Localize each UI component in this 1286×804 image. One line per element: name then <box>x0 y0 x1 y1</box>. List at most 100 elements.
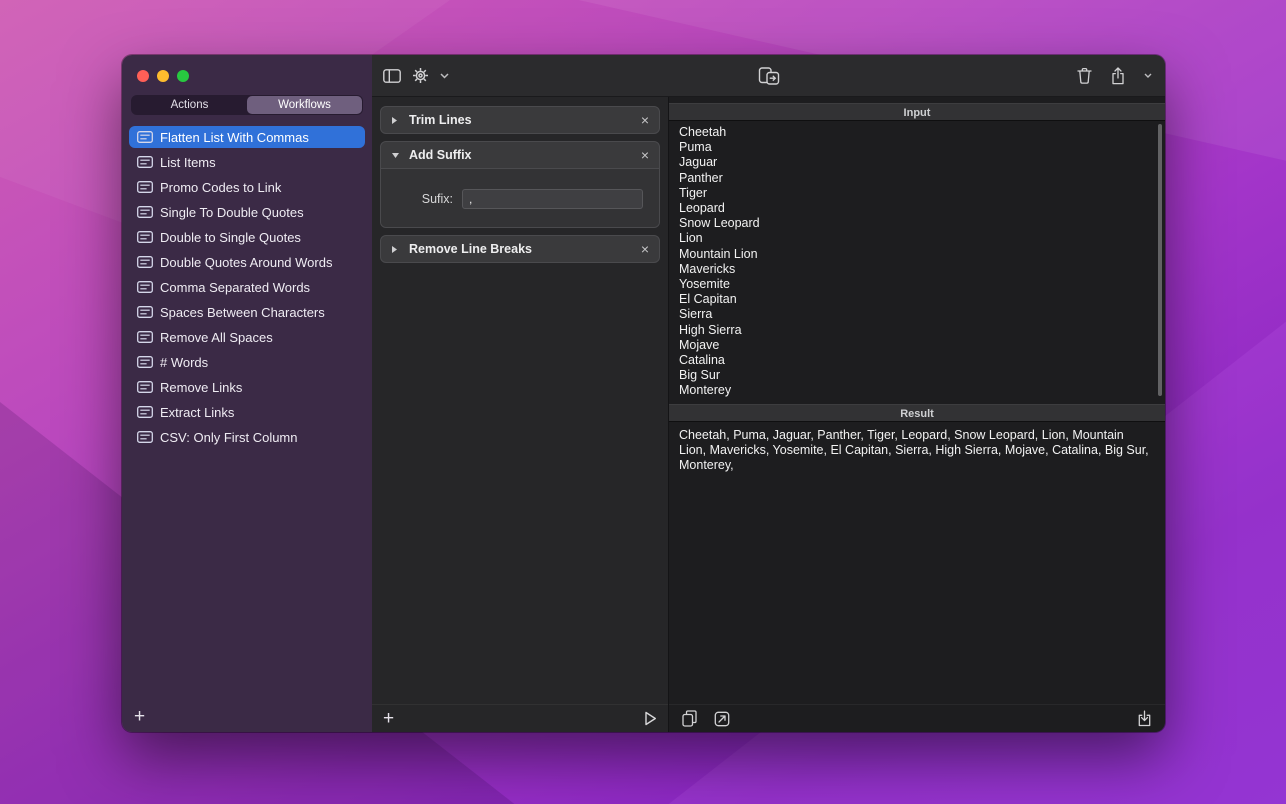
input-line: Catalina <box>679 353 1149 368</box>
workflow-card-icon <box>137 131 153 143</box>
workflow-item-label: Promo Codes to Link <box>160 180 281 195</box>
workflow-card-icon <box>137 431 153 443</box>
add-workflow-button[interactable]: + <box>134 707 145 726</box>
input-scrollbar[interactable] <box>1158 124 1162 396</box>
workflow-card-icon <box>137 256 153 268</box>
step-card-add-suffix[interactable]: Add Suffix × Sufix: <box>380 141 660 228</box>
workflow-item-label: Flatten List With Commas <box>160 130 309 145</box>
gear-menu-chevron-icon[interactable] <box>440 73 449 79</box>
input-line: Panther <box>679 171 1149 186</box>
result-header: Result <box>669 404 1165 422</box>
share-menu-chevron-icon[interactable] <box>1144 73 1152 78</box>
remove-step-icon[interactable]: × <box>641 148 649 162</box>
step-header: Remove Line Breaks × <box>381 236 659 262</box>
workflow-card-icon <box>137 331 153 343</box>
toggle-sidebar-button[interactable] <box>383 69 401 83</box>
workflow-item-label: Extract Links <box>160 405 234 420</box>
workflow-item-label: Double to Single Quotes <box>160 230 301 245</box>
gear-icon[interactable] <box>412 67 429 84</box>
sidebar-bottom-bar: + <box>122 700 372 732</box>
io-bottom-bar <box>669 704 1165 732</box>
workflow-list-item[interactable]: Remove Links <box>129 376 365 398</box>
steps-bottom-bar: + <box>372 704 668 732</box>
input-lines: Cheetah Puma Jaguar Panther Tiger Leopar… <box>679 125 1149 399</box>
toolbar-left <box>372 67 449 84</box>
disclosure-expanded-icon[interactable] <box>391 152 400 159</box>
trash-icon[interactable] <box>1077 67 1092 84</box>
disclosure-collapsed-icon[interactable] <box>391 116 400 125</box>
input-line: El Capitan <box>679 292 1149 307</box>
step-title: Add Suffix <box>409 148 632 162</box>
step-card-trim-lines[interactable]: Trim Lines × <box>380 106 660 134</box>
minimize-window-button[interactable] <box>157 70 169 82</box>
paste-and-run-icon[interactable] <box>758 66 779 85</box>
workflow-item-label: CSV: Only First Column <box>160 430 298 445</box>
workflow-list-item[interactable]: Extract Links <box>129 401 365 423</box>
step-header: Add Suffix × <box>381 142 659 168</box>
remove-step-icon[interactable]: × <box>641 242 649 256</box>
workflow-card-icon <box>137 156 153 168</box>
input-line: Mavericks <box>679 262 1149 277</box>
step-body: Sufix: <box>381 168 659 227</box>
workflow-list-item[interactable]: CSV: Only First Column <box>129 426 365 448</box>
remove-step-icon[interactable]: × <box>641 113 649 127</box>
input-line: Tiger <box>679 186 1149 201</box>
result-text: Cheetah, Puma, Jaguar, Panther, Tiger, L… <box>679 428 1149 472</box>
add-step-button[interactable]: + <box>383 709 394 728</box>
traffic-lights <box>122 55 372 82</box>
workflow-item-label: Single To Double Quotes <box>160 205 304 220</box>
workflow-card-icon <box>137 356 153 368</box>
step-card-remove-line-breaks[interactable]: Remove Line Breaks × <box>380 235 660 263</box>
disclosure-collapsed-icon[interactable] <box>391 245 400 254</box>
input-line: Cheetah <box>679 125 1149 140</box>
workflow-item-label: Comma Separated Words <box>160 280 310 295</box>
input-line: Lion <box>679 231 1149 246</box>
input-line: Leopard <box>679 201 1149 216</box>
workflow-list-item[interactable]: Promo Codes to Link <box>129 176 365 198</box>
input-line: Snow Leopard <box>679 216 1149 231</box>
suffix-field-label: Sufix: <box>422 192 453 206</box>
input-area[interactable]: Cheetah Puma Jaguar Panther Tiger Leopar… <box>669 121 1165 404</box>
sidebar-tabs: Actions Workflows <box>131 95 363 115</box>
input-line: Mojave <box>679 338 1149 353</box>
use-result-as-input-icon[interactable] <box>714 711 730 727</box>
share-icon[interactable] <box>1111 67 1125 85</box>
app-window: Actions Workflows Flatten List With Comm… <box>122 55 1165 732</box>
copy-result-icon[interactable] <box>682 710 697 727</box>
workflow-card-icon <box>137 381 153 393</box>
input-header: Input <box>669 103 1165 121</box>
zoom-window-button[interactable] <box>177 70 189 82</box>
workflow-item-label: List Items <box>160 155 216 170</box>
workflow-list-item[interactable]: Double to Single Quotes <box>129 226 365 248</box>
workflow-list-item[interactable]: Flatten List With Commas <box>129 126 365 148</box>
toolbar-right <box>1077 67 1165 85</box>
workflow-item-label: Remove All Spaces <box>160 330 273 345</box>
workflow-card-icon <box>137 406 153 418</box>
sidebar-tab[interactable]: Workflows <box>247 96 362 114</box>
workflow-item-label: Remove Links <box>160 380 242 395</box>
workflow-list-item[interactable]: Comma Separated Words <box>129 276 365 298</box>
input-line: Mountain Lion <box>679 247 1149 262</box>
workflow-item-label: Double Quotes Around Words <box>160 255 332 270</box>
workflow-list-item[interactable]: List Items <box>129 151 365 173</box>
workflow-item-label: # Words <box>160 355 208 370</box>
sidebar: Actions Workflows Flatten List With Comm… <box>122 55 372 732</box>
content: Trim Lines × Add Suffix × Sufix: <box>372 97 1165 732</box>
io-panel: Input Cheetah Puma Jaguar Panther <box>669 97 1165 732</box>
workflow-list-item[interactable]: Double Quotes Around Words <box>129 251 365 273</box>
result-area[interactable]: Cheetah, Puma, Jaguar, Panther, Tiger, L… <box>669 422 1165 704</box>
suffix-field[interactable] <box>462 189 643 209</box>
save-result-icon[interactable] <box>1137 710 1152 727</box>
workflow-list-item[interactable]: Spaces Between Characters <box>129 301 365 323</box>
run-workflow-icon[interactable] <box>644 711 657 726</box>
workflow-list-item[interactable]: Remove All Spaces <box>129 326 365 348</box>
input-line: Big Sur <box>679 368 1149 383</box>
workflow-list-item[interactable]: # Words <box>129 351 365 373</box>
workflow-list-item[interactable]: Single To Double Quotes <box>129 201 365 223</box>
input-line: Sierra <box>679 307 1149 322</box>
toolbar-center <box>758 66 779 85</box>
input-line: High Sierra <box>679 323 1149 338</box>
workflow-card-icon <box>137 306 153 318</box>
close-window-button[interactable] <box>137 70 149 82</box>
sidebar-tab[interactable]: Actions <box>132 96 247 114</box>
